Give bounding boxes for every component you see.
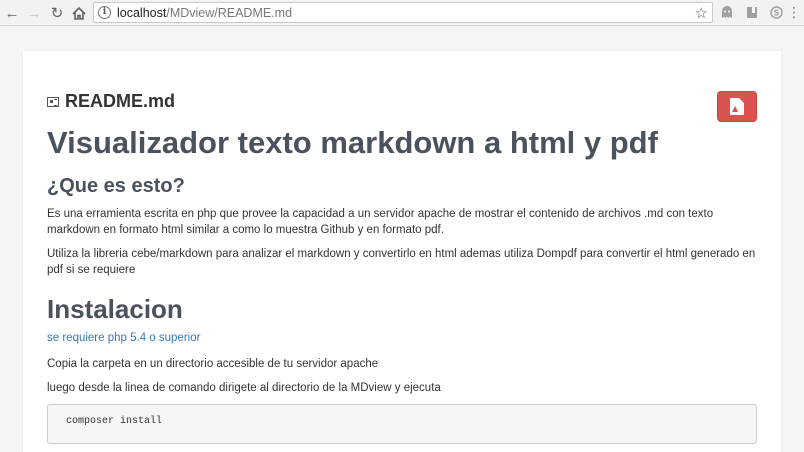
install-step-copy: Copia la carpeta en un directorio accesi… bbox=[47, 358, 379, 370]
requirement-link[interactable]: se requiere php 5.4 o superior bbox=[47, 330, 759, 346]
pdf-download-button[interactable]: ▲ bbox=[717, 91, 757, 122]
arrow-right-icon[interactable]: → bbox=[24, 3, 44, 23]
home-icon[interactable] bbox=[69, 3, 89, 23]
browser-toolbar: ← → ↻ i localhost/MDview/README.md ☆ S ⋮ bbox=[0, 0, 804, 26]
install-step-run: luego desde la linea de comando dirigete… bbox=[47, 382, 441, 394]
url-path: /MDview/README.md bbox=[166, 6, 293, 20]
ghost-extension-icon[interactable] bbox=[719, 4, 735, 20]
star-icon[interactable]: ☆ bbox=[695, 4, 708, 22]
page-title: Visualizador texto markdown a html y pdf bbox=[47, 125, 658, 160]
file-title: README.md bbox=[65, 91, 176, 111]
address-bar[interactable]: i localhost/MDview/README.md ☆ bbox=[93, 2, 713, 23]
info-icon[interactable]: i bbox=[98, 6, 111, 19]
svg-text:S: S bbox=[773, 8, 779, 17]
arrow-left-icon[interactable]: ← bbox=[2, 3, 22, 23]
description-paragraph: Es una erramienta escrita en php que pro… bbox=[47, 208, 714, 236]
section-heading-what: ¿Que es esto? bbox=[47, 175, 185, 197]
file-list-icon bbox=[47, 96, 59, 107]
pdf-file-icon: ▲ bbox=[730, 98, 744, 115]
reload-icon[interactable]: ↻ bbox=[47, 3, 67, 23]
url-host: localhost bbox=[117, 6, 167, 20]
file-header: README.md bbox=[47, 91, 175, 112]
libraries-paragraph: Utiliza la libreria cebe/markdown para a… bbox=[47, 248, 756, 276]
readme-card: README.md ▲ Visualizador texto markdown … bbox=[23, 51, 781, 452]
bookmark-extension-icon[interactable] bbox=[744, 4, 760, 20]
code-text: composer install bbox=[66, 416, 163, 427]
section-heading-install: Instalacion bbox=[47, 294, 183, 324]
code-block: composer install bbox=[47, 404, 757, 444]
kebab-menu-icon[interactable]: ⋮ bbox=[786, 4, 802, 20]
url-text[interactable]: localhost/MDview/README.md bbox=[117, 6, 292, 20]
skype-extension-icon[interactable]: S bbox=[768, 4, 784, 20]
